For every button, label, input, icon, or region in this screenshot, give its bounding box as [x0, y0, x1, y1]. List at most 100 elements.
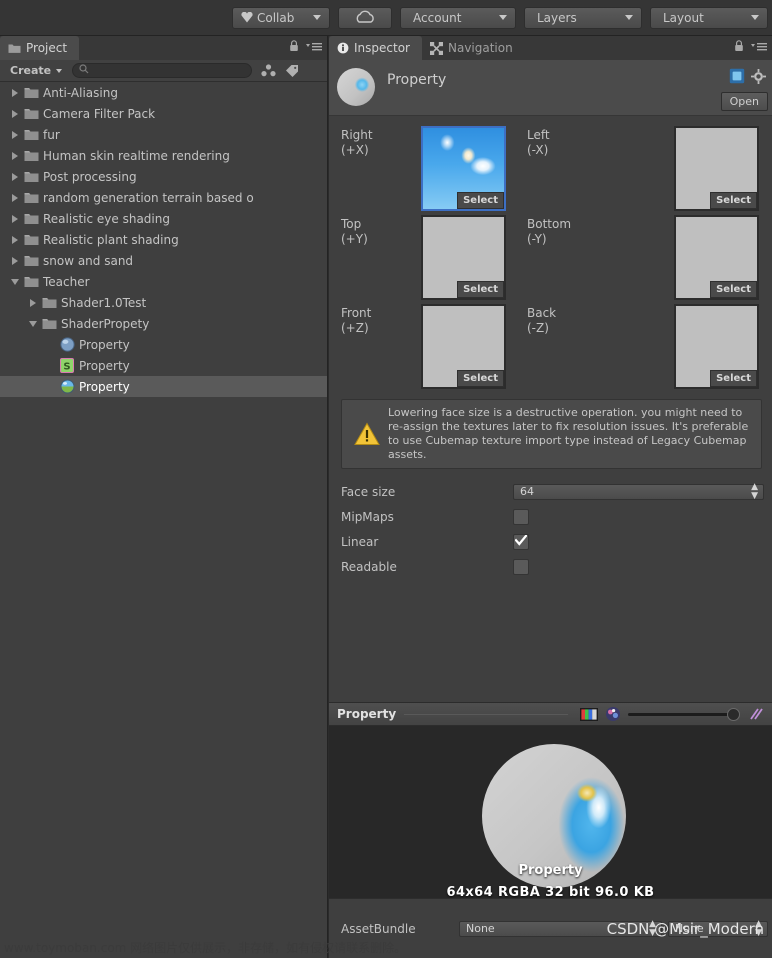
chevron-right-icon[interactable] — [8, 88, 22, 97]
tree-item-teacher[interactable]: Teacher — [0, 271, 327, 292]
open-button[interactable]: Open — [720, 92, 768, 111]
chevron-right-icon[interactable] — [26, 298, 40, 307]
tree-item-label: Property — [79, 379, 130, 394]
create-button[interactable]: Create — [4, 62, 68, 80]
checkmark-icon — [514, 533, 528, 549]
collab-label: Collab — [257, 10, 295, 25]
preview-header-bar: Property — [329, 702, 772, 726]
chevron-right-icon[interactable] — [8, 109, 22, 118]
project-tabstrip: Project — [0, 36, 327, 60]
readable-label: Readable — [341, 559, 397, 574]
inspector-panel: Inspector Navigation Property Open Right… — [329, 36, 772, 958]
chevron-down-icon — [499, 15, 507, 20]
collab-button[interactable]: Collab — [232, 6, 330, 29]
property-row-face-size: Face size 64 ▲ ▼ — [341, 479, 766, 504]
tree-item-label: Realistic eye shading — [43, 211, 170, 226]
layers-button[interactable]: Layers — [524, 6, 642, 29]
tree-item-human-skin-realtime-rendering[interactable]: Human skin realtime rendering — [0, 145, 327, 166]
tree-item-label: fur — [43, 127, 60, 142]
slider-track — [628, 712, 740, 716]
tree-item-shaderpropety[interactable]: ShaderPropety — [0, 313, 327, 334]
lock-icon[interactable] — [289, 40, 299, 55]
readable-checkbox[interactable] — [513, 558, 529, 575]
tree-item-shader1-0test[interactable]: Shader1.0Test — [0, 292, 327, 313]
folder-icon — [22, 150, 40, 162]
mip-level-slider[interactable] — [628, 705, 740, 723]
tree-item-label: Shader1.0Test — [61, 295, 147, 310]
inspector-tabstrip: Inspector Navigation — [329, 36, 772, 60]
tree-item-fur[interactable]: fur — [0, 124, 327, 145]
assetbundle-variant-dropdown[interactable]: None ▲ ▼ — [668, 919, 768, 937]
tree-item-anti-aliasing[interactable]: Anti-Aliasing — [0, 82, 327, 103]
tree-item-post-processing[interactable]: Post processing — [0, 166, 327, 187]
tab-navigation[interactable]: Navigation — [422, 36, 525, 60]
rgba-channels-icon[interactable] — [578, 705, 600, 723]
face-label-back: Back (-Z) — [527, 306, 557, 335]
chevron-right-icon[interactable] — [8, 151, 22, 160]
collab-icon — [241, 12, 253, 23]
chevron-down-icon[interactable] — [26, 320, 40, 327]
face-slot-top[interactable]: Select — [421, 215, 506, 300]
linear-checkbox[interactable] — [513, 533, 529, 550]
chevron-right-icon[interactable] — [8, 214, 22, 223]
tree-item-snow-and-sand[interactable]: snow and sand — [0, 250, 327, 271]
face-slot-right[interactable]: Select — [421, 126, 506, 211]
cloud-button[interactable] — [338, 6, 392, 29]
tree-item-property[interactable]: Property — [0, 376, 327, 397]
face-slot-back[interactable]: Select — [674, 304, 759, 389]
tree-item-property[interactable]: S Property — [0, 355, 327, 376]
chevron-right-icon[interactable] — [8, 256, 22, 265]
folder-icon — [22, 108, 40, 120]
project-tree[interactable]: Anti-Aliasing Camera Filter Pack fur Human … — [0, 82, 327, 958]
tab-project[interactable]: Project — [0, 36, 80, 60]
chevron-right-icon[interactable] — [8, 235, 22, 244]
face-size-dropdown[interactable]: 64 ▲ ▼ — [513, 482, 764, 500]
account-button[interactable]: Account — [400, 6, 516, 29]
tree-item-realistic-plant-shading[interactable]: Realistic plant shading — [0, 229, 327, 250]
search-box[interactable] — [72, 63, 253, 78]
chevron-down-icon[interactable] — [8, 278, 22, 285]
chevron-down-icon — [625, 15, 633, 20]
mipmaps-checkbox[interactable] — [513, 508, 529, 525]
tree-item-camera-filter-pack[interactable]: Camera Filter Pack — [0, 103, 327, 124]
tree-item-property[interactable]: Property — [0, 334, 327, 355]
tree-item-realistic-eye-shading[interactable]: Realistic eye shading — [0, 208, 327, 229]
folder-icon — [22, 171, 40, 183]
inspector-body: Right (+X) Select Left (-X) Select Top (… — [329, 116, 772, 676]
chevron-right-icon[interactable] — [8, 130, 22, 139]
face-select-button-front[interactable]: Select — [457, 370, 504, 387]
layout-button[interactable]: Layout — [650, 6, 768, 29]
chevron-right-icon[interactable] — [8, 172, 22, 181]
assetbundle-name-dropdown[interactable]: None ▲ ▼ — [459, 919, 662, 937]
gear-icon[interactable] — [751, 68, 766, 87]
filter-by-type-icon[interactable] — [256, 62, 280, 80]
preview-options-icon[interactable] — [746, 705, 768, 723]
face-select-button-right[interactable]: Select — [457, 192, 504, 209]
prefab-cube-icon[interactable] — [729, 68, 745, 87]
assetbundle-variant-value: None — [675, 922, 704, 935]
property-row-mipmaps: MipMaps — [341, 504, 766, 529]
project-panel-tools — [289, 40, 323, 55]
filter-by-label-icon[interactable] — [280, 62, 304, 80]
face-select-button-bottom[interactable]: Select — [710, 281, 757, 298]
face-select-button-left[interactable]: Select — [710, 192, 757, 209]
panel-menu-icon[interactable] — [305, 41, 323, 54]
lock-icon[interactable] — [734, 40, 744, 55]
property-row-linear: Linear — [341, 529, 766, 554]
cloud-icon — [355, 10, 375, 26]
cubemap-projection-icon[interactable] — [602, 705, 624, 723]
chevron-right-icon[interactable] — [8, 193, 22, 202]
face-select-button-top[interactable]: Select — [457, 281, 504, 298]
tree-item-random-generation-terrain-based-o[interactable]: random generation terrain based o — [0, 187, 327, 208]
panel-menu-icon[interactable] — [750, 41, 768, 54]
layout-label: Layout — [663, 10, 704, 25]
face-select-button-back[interactable]: Select — [710, 370, 757, 387]
search-input[interactable] — [89, 64, 252, 77]
tab-inspector[interactable]: Inspector — [329, 36, 422, 60]
face-slot-bottom[interactable]: Select — [674, 215, 759, 300]
face-size-label: Face size — [341, 484, 396, 499]
slider-knob[interactable] — [727, 707, 740, 721]
folder-icon — [22, 129, 40, 141]
face-slot-front[interactable]: Select — [421, 304, 506, 389]
face-slot-left[interactable]: Select — [674, 126, 759, 211]
